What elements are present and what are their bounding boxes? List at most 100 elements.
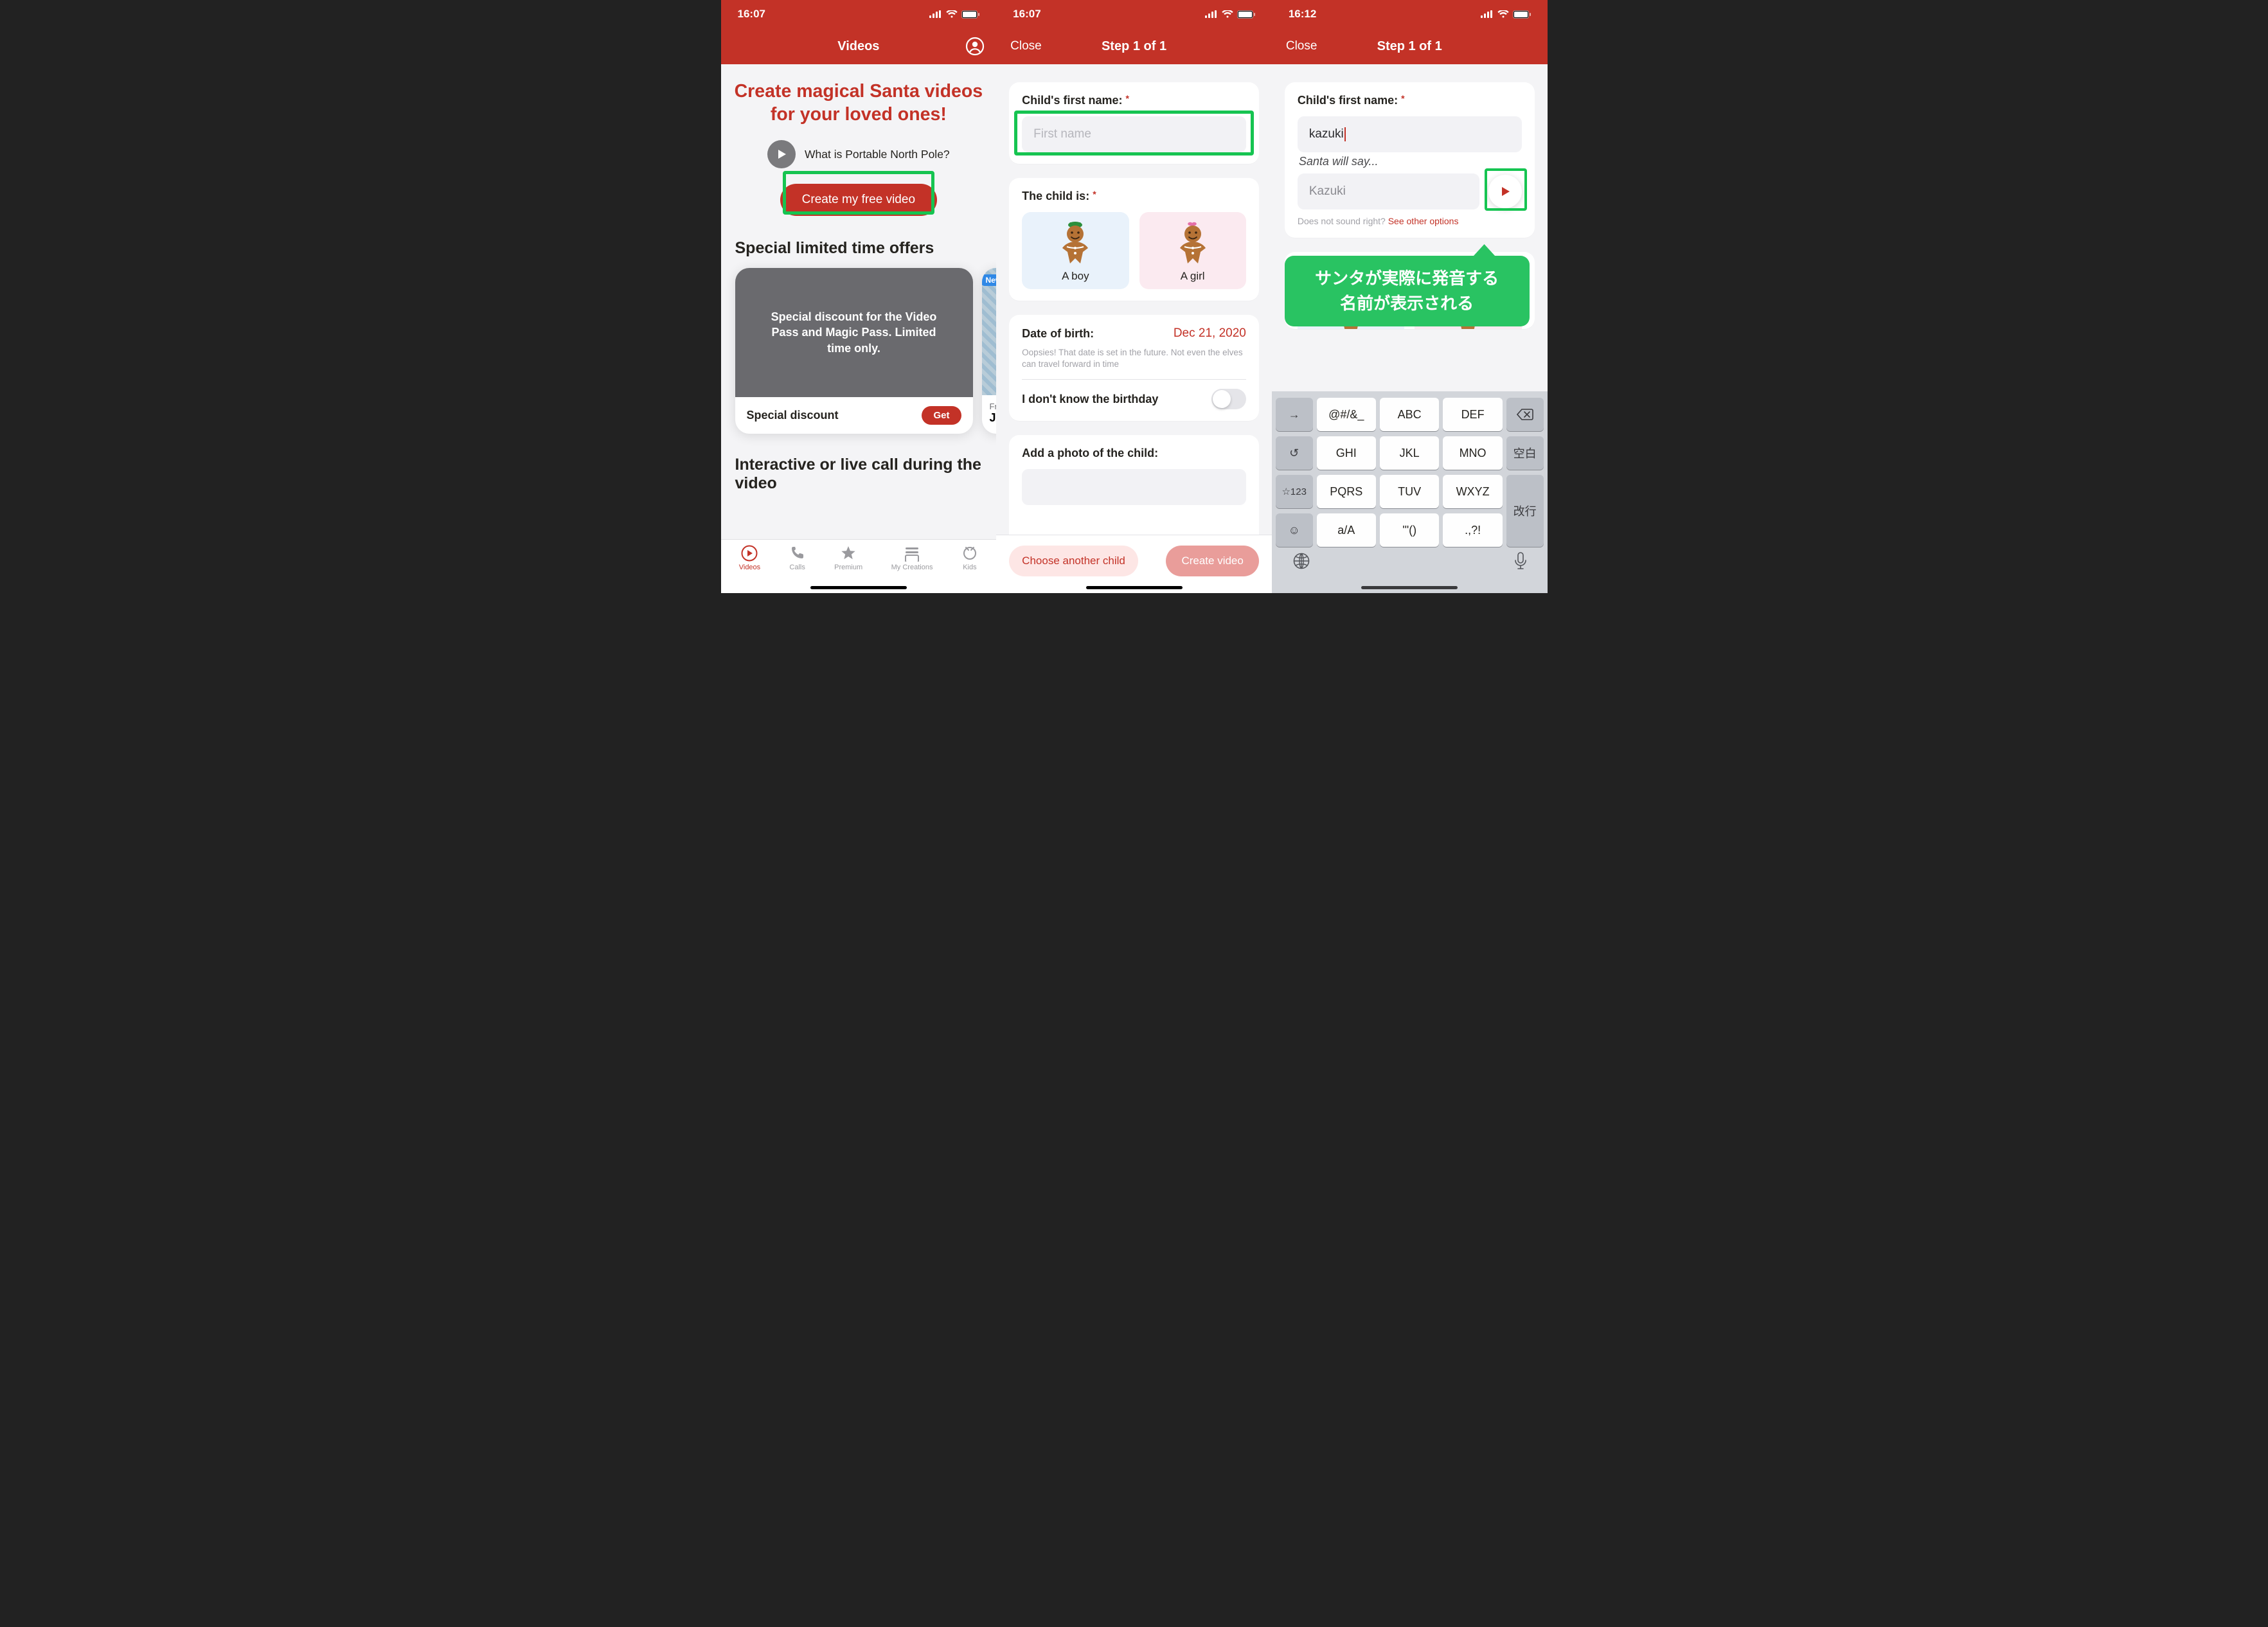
key-pqrs[interactable]: PQRS bbox=[1317, 475, 1376, 508]
globe-icon bbox=[1292, 552, 1310, 570]
content-area: Create magical Santa videos for your lov… bbox=[721, 64, 997, 539]
key-case[interactable]: a/A bbox=[1317, 513, 1376, 547]
close-button[interactable]: Close bbox=[1010, 28, 1042, 64]
gender-option-boy[interactable]: A boy bbox=[1022, 212, 1129, 289]
globe-button[interactable] bbox=[1292, 552, 1310, 570]
annotation-bubble: サンタが実際に発音する 名前が表示される bbox=[1285, 256, 1530, 326]
santa-will-say-label: Santa will say... bbox=[1299, 155, 1522, 168]
tab-bar: Videos Calls Premium My Creations Kids bbox=[721, 539, 997, 593]
offer-card[interactable]: Special discount for the Video Pass and … bbox=[735, 268, 973, 434]
peek-title: Ju bbox=[990, 411, 997, 425]
tab-my-creations[interactable]: My Creations bbox=[891, 545, 933, 571]
signal-icon bbox=[929, 10, 942, 18]
status-bar: 16:07 bbox=[996, 0, 1272, 28]
first-name-input[interactable]: kazuki bbox=[1298, 116, 1522, 152]
unknown-birthday-toggle[interactable] bbox=[1211, 389, 1246, 409]
status-bar: 16:07 bbox=[721, 0, 997, 28]
key-return[interactable]: 改行 bbox=[1506, 475, 1544, 547]
screen-step1-filled: 16:12 Close Step 1 of 1 Child's first na… bbox=[1272, 0, 1548, 593]
key-jkl[interactable]: JKL bbox=[1380, 436, 1439, 470]
keyboard: → @#/&_ ABC DEF ↺ GHI JKL MNO 空白 ☆123 bbox=[1272, 391, 1548, 593]
key-backspace[interactable] bbox=[1506, 398, 1544, 431]
offer-get-button[interactable]: Get bbox=[922, 406, 961, 425]
key-quotes[interactable]: '"() bbox=[1380, 513, 1439, 547]
key-def[interactable]: DEF bbox=[1443, 398, 1502, 431]
key-symbols[interactable]: @#/&_ bbox=[1317, 398, 1376, 431]
key-abc[interactable]: ABC bbox=[1380, 398, 1439, 431]
key-123[interactable]: ☆123 bbox=[1276, 475, 1313, 508]
photo-label: Add a photo of the child: bbox=[1022, 447, 1158, 459]
tab-videos[interactable]: Videos bbox=[739, 545, 760, 571]
dob-error-hint: Oopsies! That date is set in the future.… bbox=[1022, 347, 1246, 370]
first-name-card: Child's first name: * kazuki Santa will … bbox=[1285, 82, 1535, 238]
star-icon bbox=[840, 545, 857, 562]
signal-icon bbox=[1481, 10, 1494, 18]
highlight-box-first-name bbox=[1014, 111, 1254, 156]
sound-hint: Does not sound right? See other options bbox=[1298, 216, 1522, 226]
list-icon bbox=[904, 545, 920, 562]
first-name-label: Child's first name: * bbox=[1298, 94, 1405, 107]
dob-card: Date of birth: Dec 21, 2020 Oopsies! Tha… bbox=[1009, 315, 1259, 421]
see-other-options-link[interactable]: See other options bbox=[1388, 216, 1459, 226]
home-indicator[interactable] bbox=[1086, 586, 1183, 589]
dob-value[interactable]: Dec 21, 2020 bbox=[1174, 326, 1246, 341]
wifi-icon bbox=[1222, 10, 1233, 18]
text-cursor bbox=[1344, 127, 1346, 141]
santa-say-value: Kazuki bbox=[1298, 173, 1479, 209]
gender-label: The child is: * bbox=[1022, 190, 1096, 202]
profile-button[interactable] bbox=[965, 28, 985, 64]
tab-premium[interactable]: Premium bbox=[834, 545, 862, 571]
mic-button[interactable] bbox=[1514, 552, 1527, 570]
nav-bar: Close Step 1 of 1 bbox=[996, 28, 1272, 64]
battery-icon bbox=[961, 10, 979, 19]
offers-carousel[interactable]: Special discount for the Video Pass and … bbox=[721, 268, 997, 434]
photo-slot[interactable] bbox=[1022, 469, 1246, 505]
phone-icon bbox=[789, 545, 806, 562]
status-icons bbox=[1205, 10, 1255, 19]
screen-step1-empty: 16:07 Close Step 1 of 1 Child's first na… bbox=[996, 0, 1272, 593]
key-punct[interactable]: .,?! bbox=[1443, 513, 1502, 547]
home-indicator[interactable] bbox=[1361, 586, 1458, 589]
key-undo[interactable]: ↺ bbox=[1276, 436, 1313, 470]
wifi-icon bbox=[946, 10, 958, 18]
key-next[interactable]: → bbox=[1276, 398, 1313, 431]
key-emoji[interactable]: ☺ bbox=[1276, 513, 1313, 547]
gender-option-girl[interactable]: A girl bbox=[1139, 212, 1246, 289]
what-is-row[interactable]: What is Portable North Pole? bbox=[721, 134, 997, 175]
key-wxyz[interactable]: WXYZ bbox=[1443, 475, 1502, 508]
offer-title: Special discount bbox=[747, 409, 839, 422]
mic-icon bbox=[1514, 552, 1527, 570]
screen-videos: 16:07 Videos Create magical Santa videos… bbox=[721, 0, 997, 593]
status-bar: 16:12 bbox=[1272, 0, 1548, 28]
play-button[interactable] bbox=[767, 140, 796, 168]
home-indicator[interactable] bbox=[810, 586, 907, 589]
peek-free-label: Free bbox=[990, 402, 997, 411]
status-time: 16:12 bbox=[1289, 8, 1316, 21]
close-button[interactable]: Close bbox=[1286, 28, 1317, 64]
battery-icon bbox=[1513, 10, 1531, 19]
highlight-box-cta bbox=[783, 171, 934, 215]
page-title: Step 1 of 1 bbox=[1377, 39, 1442, 54]
content-area: Child's first name: * kazuki Santa will … bbox=[1272, 64, 1548, 593]
status-icons bbox=[929, 10, 979, 19]
status-time: 16:07 bbox=[738, 8, 765, 21]
what-is-label: What is Portable North Pole? bbox=[805, 148, 950, 161]
key-tuv[interactable]: TUV bbox=[1380, 475, 1439, 508]
second-heading: Interactive or live call during the vide… bbox=[721, 434, 997, 503]
first-name-card: Child's first name: * bbox=[1009, 82, 1259, 164]
key-space[interactable]: 空白 bbox=[1506, 436, 1544, 470]
key-mno[interactable]: MNO bbox=[1443, 436, 1502, 470]
key-ghi[interactable]: GHI bbox=[1317, 436, 1376, 470]
offer-banner-text: Special discount for the Video Pass and … bbox=[735, 268, 973, 397]
choose-another-child-button[interactable]: Choose another child bbox=[1009, 546, 1138, 576]
offer-card-peek[interactable]: New Free Ju bbox=[982, 268, 997, 434]
create-video-button[interactable]: Create video bbox=[1166, 546, 1258, 576]
first-name-label: Child's first name: * bbox=[1022, 94, 1129, 107]
unknown-birthday-label: I don't know the birthday bbox=[1022, 393, 1158, 406]
content-area: Child's first name: * The child is: * A … bbox=[996, 64, 1272, 593]
tab-kids[interactable]: Kids bbox=[961, 545, 978, 571]
offers-heading: Special limited time offers bbox=[721, 234, 997, 268]
nav-bar: Videos bbox=[721, 28, 997, 64]
tab-calls[interactable]: Calls bbox=[789, 545, 806, 571]
gender-card: The child is: * A boy A girl bbox=[1009, 178, 1259, 301]
